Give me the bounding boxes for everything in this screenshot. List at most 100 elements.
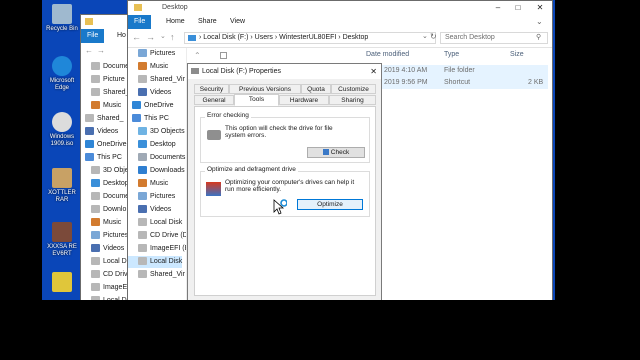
desktop-icon-edge[interactable]: Microsoft Edge	[46, 56, 78, 92]
dialog-close-button[interactable]: ✕	[370, 64, 377, 79]
close-button[interactable]: ✕	[530, 1, 550, 15]
maximize-button[interactable]: □	[508, 1, 528, 15]
nav-item-label: This PC	[144, 115, 169, 122]
search-icon: ⚲	[536, 34, 542, 41]
nav-item-icon	[91, 88, 100, 97]
nav-item[interactable]: Shared_Vir	[128, 74, 185, 86]
nav-item-label: Docume	[103, 193, 130, 200]
nav-item[interactable]: CD Drive (D	[128, 230, 186, 242]
up-arrow-icon[interactable]: ↑	[170, 32, 175, 42]
desktop-icon-windows-iso[interactable]: Windows 1909.iso	[46, 112, 78, 148]
forward-arrow-icon[interactable]: →	[97, 46, 105, 55]
tab-share[interactable]: Share	[192, 15, 223, 29]
check-button[interactable]: Check	[307, 147, 365, 158]
minimize-button[interactable]: –	[488, 1, 508, 15]
nav-item[interactable]: 3D Obje	[81, 165, 129, 177]
optimize-text: Optimizing your computer's drives can he…	[225, 179, 355, 193]
tab-file[interactable]: File	[128, 15, 152, 29]
nav-item[interactable]: Desktop	[81, 178, 129, 190]
nav-item[interactable]: Pictures	[128, 191, 175, 203]
nav-item[interactable]: Videos	[81, 126, 118, 138]
column-header-date[interactable]: Date modified	[366, 48, 409, 62]
breadcrumb-item[interactable]: Local Disk (F:)	[203, 34, 248, 41]
tab-sharing[interactable]: Sharing	[329, 95, 376, 105]
nav-item[interactable]: Downloads	[128, 165, 185, 177]
nav-item[interactable]: Pictures	[128, 48, 175, 60]
back-arrow-icon[interactable]: ←	[132, 32, 141, 42]
back-arrow-icon[interactable]: ←	[85, 46, 93, 55]
breadcrumb-item[interactable]: Desktop	[343, 34, 369, 41]
column-header-type[interactable]: Type	[444, 48, 459, 62]
nav-item[interactable]: Pictures	[81, 230, 128, 242]
nav-item[interactable]: Videos	[128, 87, 171, 99]
desktop-icon-recycle-bin[interactable]: Recycle Bin	[46, 4, 78, 33]
nav-item-icon	[85, 140, 94, 149]
nav-item[interactable]: Music	[128, 61, 168, 73]
folder-icon	[134, 4, 142, 11]
nav-item-label: Local Disk	[150, 219, 183, 226]
nav-item[interactable]: 3D Objects	[128, 126, 185, 138]
nav-item-label: This PC	[97, 154, 122, 161]
nav-item[interactable]: Shared_	[81, 113, 123, 125]
nav-item-icon	[138, 179, 147, 188]
nav-item[interactable]: Documents	[128, 152, 185, 164]
nav-item[interactable]: Videos	[128, 204, 171, 216]
nav-item-icon	[91, 192, 100, 201]
address-bar[interactable]: › Local Disk (F:) › Users › WintesterUL8…	[184, 32, 436, 44]
nav-item-label: Pictures	[150, 50, 176, 57]
forward-arrow-icon[interactable]: →	[146, 32, 155, 42]
nav-item[interactable]: This PC	[81, 152, 122, 164]
nav-item[interactable]: Local Disk	[128, 217, 182, 229]
nav-item[interactable]: Music	[81, 217, 121, 229]
select-all-checkbox[interactable]	[220, 52, 227, 59]
tab-quota[interactable]: Quota	[301, 84, 331, 94]
nav-item-icon	[91, 283, 100, 292]
desktop-icon-app[interactable]: XXXSA RE EV6RT	[46, 222, 78, 258]
nav-item[interactable]: ImageEF	[81, 282, 131, 294]
nav-item[interactable]: Local Di	[81, 256, 128, 268]
ribbon-expand-icon[interactable]: ⌄	[536, 17, 543, 26]
tab-file[interactable]: File	[81, 29, 105, 43]
desktop-icon-partial[interactable]	[46, 272, 78, 294]
nav-item-icon	[91, 270, 100, 279]
nav-item[interactable]: Videos	[81, 243, 124, 255]
nav-item[interactable]: Music	[128, 178, 168, 190]
recent-locations-icon[interactable]: ⌄	[160, 32, 166, 40]
column-header-size[interactable]: Size	[510, 48, 524, 62]
recycle-bin-icon	[52, 4, 72, 24]
desktop-icon-rar[interactable]: XOTTLER RAR	[46, 168, 78, 204]
address-dropdown-icon[interactable]: ⌄	[422, 32, 428, 40]
nav-item[interactable]: OneDrive	[128, 100, 174, 112]
nav-item[interactable]: OneDrive	[81, 139, 127, 151]
tab-previous-versions[interactable]: Previous Versions	[229, 84, 301, 94]
breadcrumb-item[interactable]: Users	[255, 34, 273, 41]
nav-item[interactable]: Downlo	[81, 204, 126, 216]
letterbox-bottom	[0, 300, 640, 360]
search-input[interactable]: Search Desktop	[440, 32, 548, 44]
tab-view[interactable]: View	[224, 15, 251, 29]
nav-item[interactable]: Docume	[81, 61, 129, 73]
tab-customize[interactable]: Customize	[331, 84, 376, 94]
nav-item[interactable]: Local Disk	[128, 256, 183, 268]
nav-item[interactable]: Picture	[81, 74, 125, 86]
nav-item[interactable]: Shared_Vir	[128, 269, 185, 281]
tab-hardware[interactable]: Hardware	[279, 95, 329, 105]
tab-general[interactable]: General	[194, 95, 234, 105]
refresh-icon[interactable]: ↻	[430, 32, 437, 41]
tab-home[interactable]: Home	[160, 15, 191, 29]
check-button-label: Check	[330, 149, 350, 156]
nav-item-icon	[138, 75, 147, 84]
tab-security[interactable]: Security	[194, 84, 229, 94]
nav-item[interactable]: Docume	[81, 191, 129, 203]
drive-icon	[191, 68, 199, 74]
desktop: Recycle Bin Microsoft Edge Windows 1909.…	[0, 0, 640, 300]
tab-tools[interactable]: Tools	[234, 94, 279, 106]
breadcrumb-item[interactable]: WintesterUL80EFI	[279, 34, 336, 41]
optimize-button[interactable]: Optimize	[297, 199, 363, 210]
nav-item[interactable]: CD Drive	[81, 269, 131, 281]
nav-item[interactable]: Desktop	[128, 139, 176, 151]
nav-item[interactable]: Shared_	[81, 87, 129, 99]
nav-item[interactable]: ImageEFI (E	[128, 243, 186, 255]
nav-item[interactable]: This PC	[128, 113, 169, 125]
nav-item[interactable]: Music	[81, 100, 121, 112]
